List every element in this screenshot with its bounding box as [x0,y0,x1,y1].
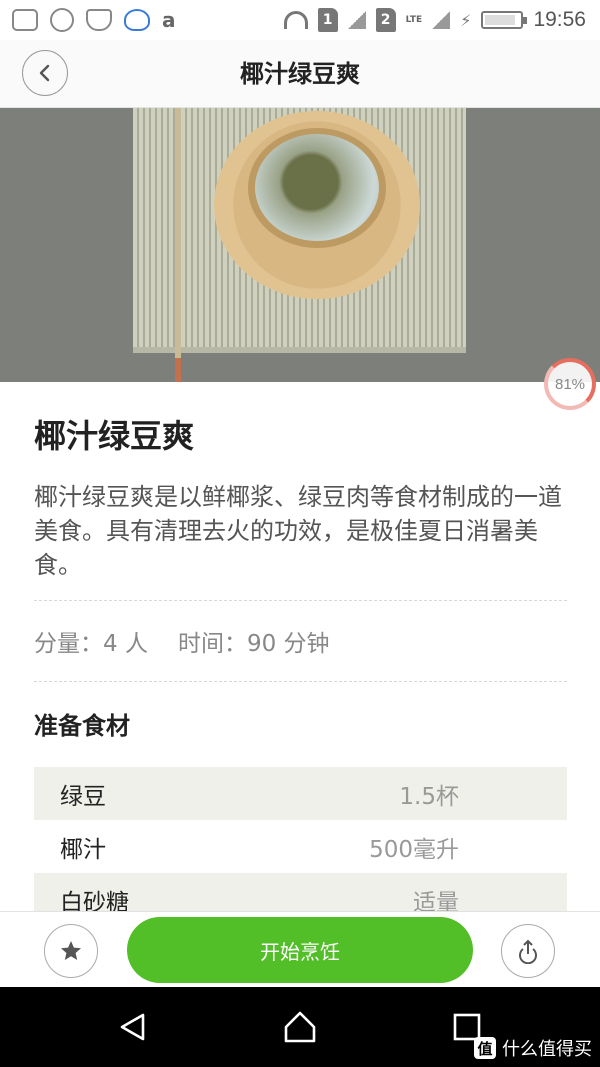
ingredient-qty: 1.5杯 [399,783,459,810]
nav-back-icon [120,1013,145,1041]
watermark: 值 什么值得买 [474,1035,592,1061]
ingredient-name: 绿豆 [60,783,106,810]
lte-label: LTE [405,15,423,25]
ingredients-title: 准备食材 [34,712,130,740]
charging-icon: ⚡ [460,10,472,30]
servings-label: 分量：4 人 [34,631,148,657]
favorite-button[interactable] [44,924,98,978]
sim2-icon: 2 [375,8,396,32]
battery-icon [481,11,528,29]
watermark-badge: 值 [474,1037,496,1059]
start-cooking-button[interactable]: 开始烹饪 [127,917,473,983]
table-row: 绿豆 1.5杯 [34,767,567,820]
watermark-text: 什么值得买 [502,1039,592,1060]
chat-icon [124,9,150,31]
share-icon [519,939,537,964]
status-bar: a 1 2 LTE ⚡ 19:56 [0,0,600,40]
star-icon [61,941,81,960]
plus-circle-icon [50,8,74,32]
divider [34,681,567,682]
time-label: 时间：90 分钟 [177,631,330,657]
recipe-description: 椰汁绿豆爽是以鲜椰浆、绿豆肉等食材制成的一道美食。具有清理去火的功效，是极佳夏日… [34,483,562,579]
ingredient-qty: 500毫升 [369,836,459,863]
ingredient-name: 椰汁 [60,836,106,863]
sim1-icon: 1 [317,8,338,32]
amazon-icon: a [162,8,176,32]
top-header: 椰汁绿豆爽 [0,40,600,108]
recipe-meta: 分量：4 人 时间：90 分钟 [34,601,567,681]
action-bar: 开始烹饪 [0,911,600,987]
nav-back-button[interactable] [93,987,173,1067]
clock: 19:56 [533,8,586,31]
chopstick-band [175,358,181,382]
nav-home-icon [284,1011,316,1043]
ingredients-table: 绿豆 1.5杯 椰汁 500毫升 白砂糖 适量 [34,767,567,926]
signal1-icon [347,11,366,29]
recipe-photo [0,108,600,382]
system-nav-bar: 值 什么值得买 [0,987,600,1067]
wifi-icon [283,11,308,29]
recipe-title: 椰汁绿豆爽 [34,417,195,455]
mung-bean-soup [255,134,379,241]
message-icon [12,9,38,31]
recipe-content: 椰汁绿豆爽 椰汁绿豆爽是以鲜椰浆、绿豆肉等食材制成的一道美食。具有清理去火的功效… [34,382,567,926]
signal2-icon [432,11,451,29]
share-button[interactable] [501,924,555,978]
table-row: 椰汁 500毫升 [34,820,567,873]
page-title: 椰汁绿豆爽 [240,60,360,88]
nav-home-button[interactable] [260,987,340,1067]
chopstick [175,108,181,382]
shield-icon [86,9,112,31]
